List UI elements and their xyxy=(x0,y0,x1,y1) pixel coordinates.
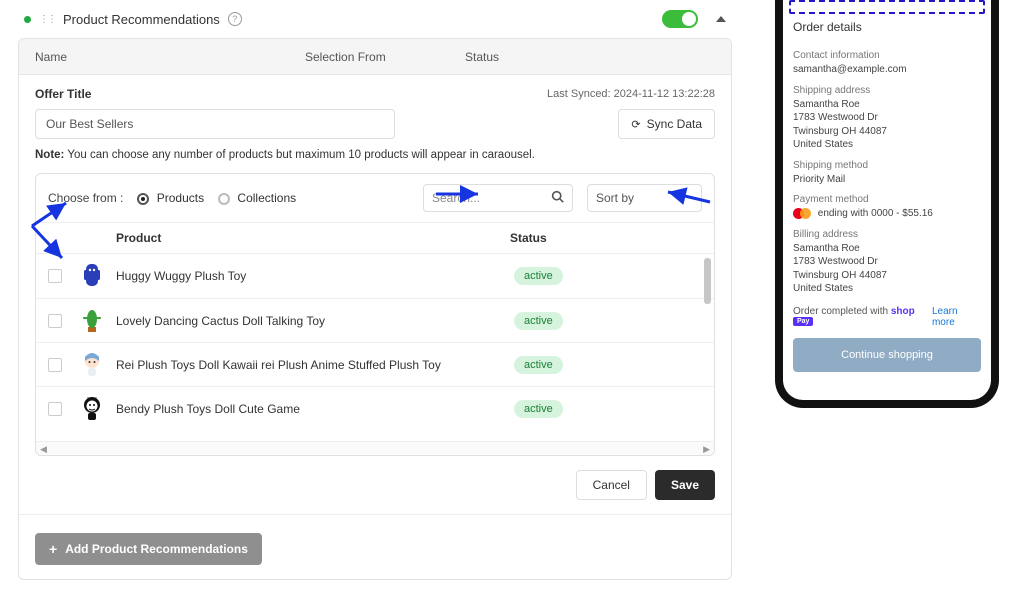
ship-addr2: Twinsburg OH 44087 xyxy=(793,125,981,139)
sync-data-button[interactable]: ⟳ Sync Data xyxy=(618,109,715,139)
status-badge: active xyxy=(514,356,563,374)
shop-logo-text: shop xyxy=(891,306,915,317)
note-body: You can choose any number of products bu… xyxy=(67,149,535,161)
product-name: Bendy Plush Toys Doll Cute Game xyxy=(116,402,514,416)
bill-addr1: 1783 Westwood Dr xyxy=(793,255,981,269)
order-completed-text: Order completed with shop Pay xyxy=(793,306,932,328)
col-name: Name xyxy=(35,50,305,64)
row-checkbox[interactable] xyxy=(48,358,62,372)
columns-strip: Name Selection From Status xyxy=(19,39,731,75)
status-badge: active xyxy=(514,267,563,285)
note-text: Note: You can choose any number of produ… xyxy=(19,139,731,173)
bill-country: United States xyxy=(793,282,981,296)
ship-method-value: Priority Mail xyxy=(793,173,981,187)
bill-name: Samantha Roe xyxy=(793,242,981,256)
row-checkbox[interactable] xyxy=(48,314,62,328)
cancel-button[interactable]: Cancel xyxy=(576,470,647,500)
panel-header: ⋮⋮ Product Recommendations ? xyxy=(18,0,732,38)
product-name: Huggy Wuggy Plush Toy xyxy=(116,269,514,283)
radio-icon xyxy=(218,193,230,205)
offer-title-input[interactable] xyxy=(35,109,395,139)
panel-title: Product Recommendations xyxy=(63,12,220,27)
enable-toggle[interactable] xyxy=(662,10,698,28)
contact-label: Contact information xyxy=(793,50,981,61)
product-thumb xyxy=(80,307,104,335)
sync-icon: ⟳ xyxy=(631,118,640,131)
save-button[interactable]: Save xyxy=(655,470,715,500)
vertical-scrollbar[interactable] xyxy=(704,254,711,441)
products-box: Choose from : Products Collections Searc… xyxy=(35,173,715,456)
row-checkbox[interactable] xyxy=(48,269,62,283)
radio-collections-label: Collections xyxy=(237,191,296,205)
mastercard-icon xyxy=(793,208,811,219)
product-scroll: Huggy Wuggy Plush Toy active Lovely Danc… xyxy=(36,253,714,441)
table-row: Bendy Plush Toys Doll Cute Game active xyxy=(36,386,714,430)
product-name: Rei Plush Toys Doll Kawaii rei Plush Ani… xyxy=(116,358,514,372)
product-name: Lovely Dancing Cactus Doll Talking Toy xyxy=(116,314,514,328)
ship-addr-label: Shipping address xyxy=(793,85,981,96)
col-status: Status xyxy=(465,50,715,64)
th-product: Product xyxy=(80,231,510,245)
note-prefix: Note: xyxy=(35,149,64,161)
shop-pay-badge: Pay xyxy=(793,317,813,326)
col-selection-from: Selection From xyxy=(305,50,465,64)
bill-addr2: Twinsburg OH 44087 xyxy=(793,269,981,283)
radio-products-label: Products xyxy=(157,191,204,205)
table-row: Rei Plush Toys Doll Kawaii rei Plush Ani… xyxy=(36,342,714,386)
status-badge: active xyxy=(514,312,563,330)
help-icon[interactable]: ? xyxy=(228,12,242,26)
radio-icon xyxy=(137,193,149,205)
sync-label: Sync Data xyxy=(647,117,702,131)
ship-name: Samantha Roe xyxy=(793,98,981,112)
ship-addr1: 1783 Westwood Dr xyxy=(793,111,981,125)
plus-icon: + xyxy=(49,541,57,557)
add-product-recommendations-button[interactable]: + Add Product Recommendations xyxy=(35,533,262,565)
table-row: Lovely Dancing Cactus Doll Talking Toy a… xyxy=(36,298,714,342)
radio-collections[interactable]: Collections xyxy=(218,191,296,205)
pay-method-value: ending with 0000 - $55.16 xyxy=(793,207,981,221)
scroll-right-icon: ▶ xyxy=(703,444,710,455)
search-icon xyxy=(551,190,564,206)
bill-addr-label: Billing address xyxy=(793,229,981,240)
choose-from-label: Choose from : xyxy=(48,191,123,205)
search-placeholder: Search... xyxy=(432,191,480,205)
ship-method-label: Shipping method xyxy=(793,160,981,171)
product-thumb xyxy=(80,351,104,379)
order-details-title: Order details xyxy=(793,20,981,34)
horizontal-scrollbar[interactable]: ◀ ▶ xyxy=(36,441,714,455)
ship-country: United States xyxy=(793,138,981,152)
phone-preview: Order details Contact information samant… xyxy=(775,0,999,408)
last-synced: Last Synced: 2024-11-12 13:22:28 xyxy=(547,88,715,100)
contact-value: samantha@example.com xyxy=(793,63,981,77)
offer-title-label: Offer Title xyxy=(35,87,91,101)
th-status: Status xyxy=(510,231,702,245)
drag-handle-icon[interactable]: ⋮⋮ xyxy=(39,14,55,25)
learn-more-link[interactable]: Learn more xyxy=(932,306,981,328)
add-label: Add Product Recommendations xyxy=(65,542,248,556)
radio-products[interactable]: Products xyxy=(137,191,204,205)
product-thumb xyxy=(80,395,104,423)
table-row: Huggy Wuggy Plush Toy active xyxy=(36,254,714,298)
status-dot xyxy=(24,16,31,23)
product-table-head: Product Status xyxy=(36,222,714,253)
pay-method-label: Payment method xyxy=(793,194,981,205)
sort-label: Sort by xyxy=(596,191,634,205)
search-input[interactable]: Search... xyxy=(423,184,573,212)
status-badge: active xyxy=(514,400,563,418)
row-checkbox[interactable] xyxy=(48,402,62,416)
continue-shopping-button[interactable]: Continue shopping xyxy=(793,338,981,372)
scroll-left-icon: ◀ xyxy=(40,444,47,455)
collapse-icon[interactable] xyxy=(716,16,726,22)
placement-target[interactable] xyxy=(789,0,985,14)
sort-by-select[interactable]: Sort by xyxy=(587,184,702,212)
recommendations-panel: Name Selection From Status Offer Title L… xyxy=(18,38,732,580)
product-thumb xyxy=(80,262,104,290)
